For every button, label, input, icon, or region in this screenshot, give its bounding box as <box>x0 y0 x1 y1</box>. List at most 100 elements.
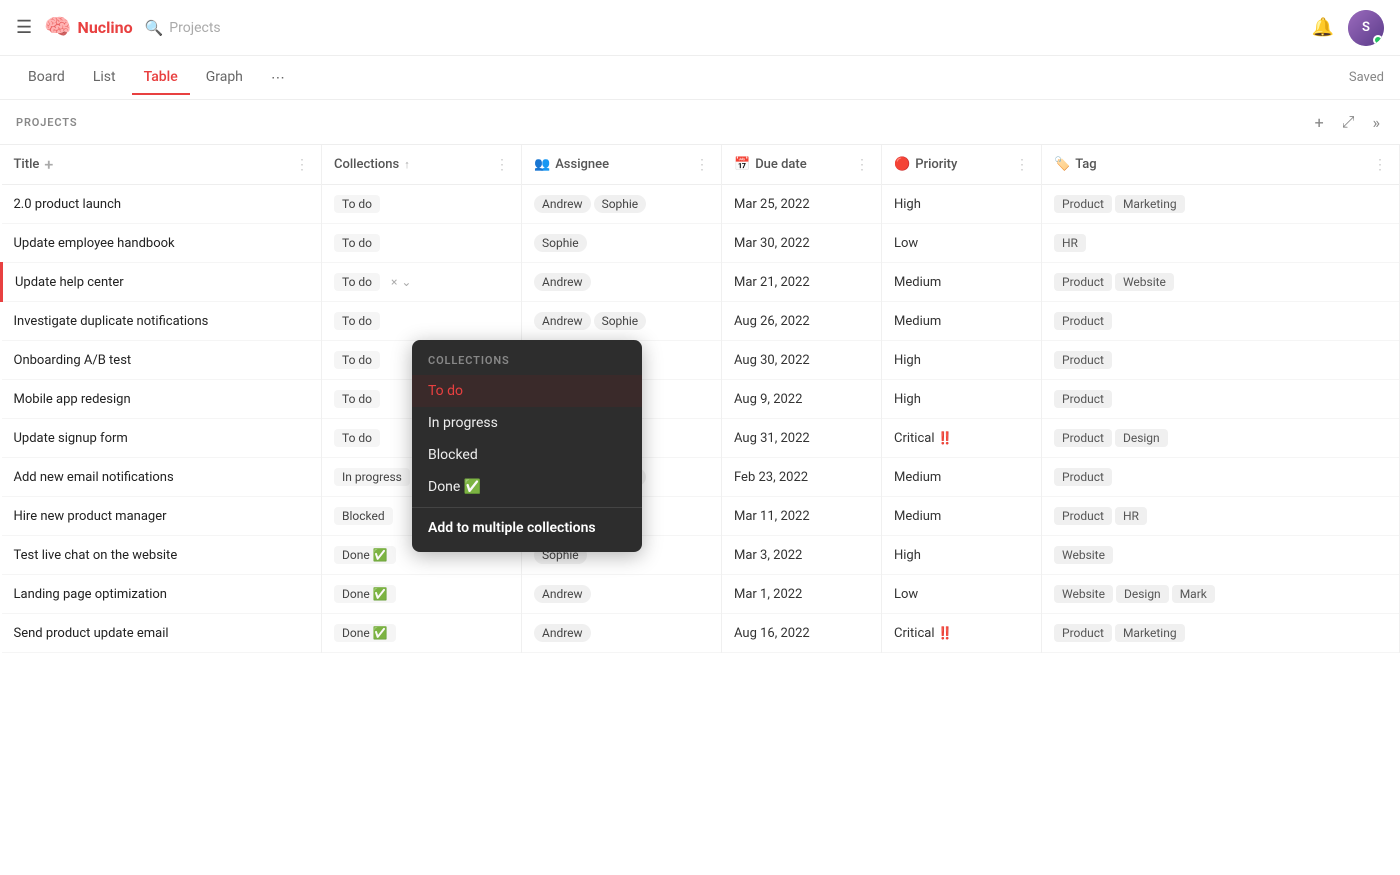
col-collections-menu[interactable]: ⋮ <box>495 157 509 173</box>
tag-badge[interactable]: Product <box>1054 468 1112 486</box>
search-bar[interactable]: 🔍 Projects <box>145 19 221 37</box>
tag-badge[interactable]: Product <box>1054 312 1112 330</box>
assignee-badge[interactable]: Andrew <box>534 195 591 213</box>
row-title[interactable]: Onboarding A/B test <box>2 341 322 380</box>
col-collections-label: Collections <box>334 157 399 172</box>
tag-badge[interactable]: Marketing <box>1115 195 1185 213</box>
col-tag-label: Tag <box>1075 157 1096 172</box>
row-title[interactable]: 2.0 product launch <box>2 185 322 224</box>
tag-badge[interactable]: Design <box>1116 585 1169 603</box>
col-collections-sort[interactable]: ↑ <box>404 158 410 171</box>
row-title[interactable]: Landing page optimization <box>2 575 322 614</box>
saved-label: Saved <box>1349 70 1384 85</box>
row-due-date: Aug 30, 2022 <box>722 341 882 380</box>
tag-badge[interactable]: HR <box>1115 507 1147 525</box>
row-title[interactable]: Investigate duplicate notifications <box>2 302 322 341</box>
row-title[interactable]: Add new email notifications <box>2 458 322 497</box>
row-collection[interactable]: To do×⌄ <box>322 263 522 302</box>
tag-badge[interactable]: Product <box>1054 390 1112 408</box>
collection-chevron-icon[interactable]: ⌄ <box>401 275 411 289</box>
tab-table[interactable]: Table <box>132 61 190 95</box>
row-title[interactable]: Mobile app redesign <box>2 380 322 419</box>
col-priority-menu[interactable]: ⋮ <box>1015 157 1029 173</box>
assignee-badge[interactable]: Sophie <box>594 312 647 330</box>
tag-badge[interactable]: Mark <box>1172 585 1215 603</box>
topbar-left: ☰ 🧠 Nuclino 🔍 Projects <box>16 15 1300 40</box>
row-collection[interactable]: Done ✅ <box>322 614 522 653</box>
row-title[interactable]: Hire new product manager <box>2 497 322 536</box>
col-tag-menu[interactable]: ⋮ <box>1373 157 1387 173</box>
assignee-badge[interactable]: Andrew <box>534 585 591 603</box>
row-tags: Product <box>1042 380 1400 419</box>
table-container: Title + ⋮ Collections ↑ ⋮ 👥 Assigne <box>0 145 1400 653</box>
dropdown-item-inprogress[interactable]: In progress <box>412 407 642 439</box>
assignee-badge[interactable]: Andrew <box>534 624 591 642</box>
row-title[interactable]: Send product update email <box>2 614 322 653</box>
assignee-badge[interactable]: Andrew <box>534 273 591 291</box>
tab-list[interactable]: List <box>81 61 128 95</box>
priority-icon: 🔴 <box>894 157 910 172</box>
dropdown-label: COLLECTIONS <box>412 348 642 375</box>
dropdown-item-blocked[interactable]: Blocked <box>412 439 642 471</box>
dropdown-item-todo[interactable]: To do <box>412 375 642 407</box>
row-title[interactable]: Update signup form <box>2 419 322 458</box>
tag-badge[interactable]: Website <box>1054 546 1113 564</box>
tag-badge[interactable]: Website <box>1054 585 1113 603</box>
row-tags: ProductHR <box>1042 497 1400 536</box>
row-collection[interactable]: To do <box>322 224 522 263</box>
row-tags: Product <box>1042 341 1400 380</box>
tag-badge[interactable]: Product <box>1054 351 1112 369</box>
topbar: ☰ 🧠 Nuclino 🔍 Projects 🔔 S <box>0 0 1400 56</box>
tab-graph[interactable]: Graph <box>194 61 255 95</box>
row-priority: High <box>882 536 1042 575</box>
tag-badge[interactable]: Product <box>1054 273 1112 291</box>
tag-badge[interactable]: Product <box>1054 507 1112 525</box>
assignee-badge[interactable]: Sophie <box>594 195 647 213</box>
calendar-icon: 📅 <box>734 157 750 172</box>
avatar[interactable]: S <box>1348 10 1384 46</box>
row-title[interactable]: Update employee handbook <box>2 224 322 263</box>
search-icon: 🔍 <box>145 19 164 37</box>
assignee-badge[interactable]: Andrew <box>534 312 591 330</box>
row-tags: ProductMarketing <box>1042 614 1400 653</box>
row-title[interactable]: Update help center <box>2 263 322 302</box>
tag-badge[interactable]: HR <box>1054 234 1086 252</box>
tab-board[interactable]: Board <box>16 61 77 95</box>
row-priority: Low <box>882 224 1042 263</box>
row-collection[interactable]: To do <box>322 185 522 224</box>
row-assignees: Andrew <box>522 575 722 614</box>
dropdown-item-done[interactable]: Done ✅ <box>412 471 642 503</box>
col-title-menu[interactable]: ⋮ <box>295 157 309 173</box>
col-assignee-label: Assignee <box>555 157 609 172</box>
dropdown-item-add-multiple[interactable]: Add to multiple collections <box>412 512 642 544</box>
assignee-badge[interactable]: Sophie <box>534 234 587 252</box>
hamburger-icon[interactable]: ☰ <box>16 17 32 38</box>
tag-badge[interactable]: Product <box>1054 624 1112 642</box>
collection-remove-icon[interactable]: × <box>391 275 397 289</box>
col-assignee-menu[interactable]: ⋮ <box>695 157 709 173</box>
topbar-right: 🔔 S <box>1312 10 1384 46</box>
bell-icon[interactable]: 🔔 <box>1312 17 1334 38</box>
row-due-date: Mar 30, 2022 <box>722 224 882 263</box>
row-collection[interactable]: Done ✅ <box>322 575 522 614</box>
table-row: Update employee handbookTo do Sophie Mar 3… <box>2 224 1400 263</box>
row-collection[interactable]: To do <box>322 302 522 341</box>
row-priority: Medium <box>882 263 1042 302</box>
tag-badge[interactable]: Product <box>1054 195 1112 213</box>
row-due-date: Mar 21, 2022 <box>722 263 882 302</box>
col-collections: Collections ↑ ⋮ <box>322 145 522 185</box>
row-tags: ProductMarketing <box>1042 185 1400 224</box>
more-options-button[interactable]: ⋯ <box>263 66 293 90</box>
col-title-add[interactable]: + <box>44 155 53 174</box>
tag-badge[interactable]: Product <box>1054 429 1112 447</box>
tag-badge[interactable]: Marketing <box>1115 624 1185 642</box>
expand-button[interactable]: ⤢ <box>1338 110 1359 134</box>
tag-badge[interactable]: Design <box>1115 429 1168 447</box>
add-item-button[interactable]: + <box>1311 111 1328 134</box>
row-title[interactable]: Test live chat on the website <box>2 536 322 575</box>
col-duedate-menu[interactable]: ⋮ <box>855 157 869 173</box>
row-assignees: AndrewSophie <box>522 302 722 341</box>
collapse-button[interactable]: » <box>1369 111 1385 134</box>
table-row: Hire new product managerBlockedSophieMar… <box>2 497 1400 536</box>
tag-badge[interactable]: Website <box>1115 273 1174 291</box>
